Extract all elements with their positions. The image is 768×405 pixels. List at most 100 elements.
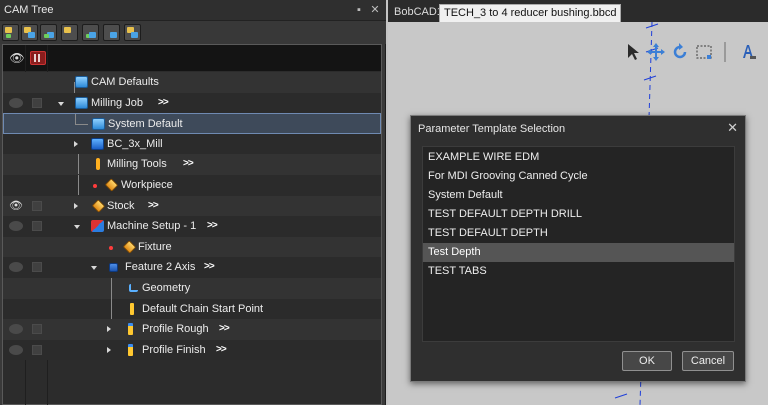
- row-checkbox[interactable]: [32, 324, 42, 335]
- pan-icon[interactable]: [646, 42, 666, 62]
- tree-label-milling-tools: Milling Tools: [107, 158, 167, 171]
- expand-arrow-icon[interactable]: [74, 202, 78, 209]
- tree-connector: [111, 298, 112, 320]
- row-checkbox[interactable]: [32, 200, 42, 211]
- tree-connector: [75, 114, 76, 125]
- pin-icon[interactable]: ▪: [352, 3, 366, 17]
- list-item-selected[interactable]: Test Depth: [423, 243, 734, 262]
- toolbar-feature-button[interactable]: [82, 24, 99, 41]
- tree-row-selected[interactable]: System Default: [3, 113, 381, 134]
- toolbar-grid-button[interactable]: [103, 24, 120, 41]
- select-arrow-icon[interactable]: [624, 42, 644, 62]
- cam-toolbar: [0, 21, 386, 44]
- tree-label-machine-setup: Machine Setup - 1: [107, 220, 197, 233]
- toolbar-open-button[interactable]: [21, 24, 38, 41]
- text-annotation-icon[interactable]: [738, 42, 758, 62]
- more-indicator[interactable]: >>: [204, 261, 215, 272]
- toolbar-eye-button[interactable]: [61, 24, 78, 41]
- visibility-toggle-icon[interactable]: [9, 97, 23, 108]
- tree-row[interactable]: Milling Tools >>: [3, 154, 381, 175]
- list-item[interactable]: TEST DEFAULT DEPTH DRILL: [423, 205, 734, 224]
- tree-label-feature-2-axis: Feature 2 Axis: [125, 261, 196, 274]
- tree-row[interactable]: Feature 2 Axis >>: [3, 257, 381, 278]
- tree-connector: [78, 154, 79, 175]
- cam-tree-titlebar: CAM Tree ▪ ✕: [0, 0, 386, 21]
- cube-icon: [122, 240, 137, 254]
- tree-label-profile-rough: Profile Rough: [142, 323, 209, 336]
- tree-row[interactable]: Fixture: [3, 236, 381, 258]
- tree-label-profile-finish: Profile Finish: [142, 343, 206, 356]
- toolbar-list-button[interactable]: [124, 24, 141, 41]
- more-indicator[interactable]: >>: [148, 200, 159, 211]
- tool-icon: [96, 158, 100, 171]
- grid-header-icon[interactable]: [30, 51, 46, 65]
- tree-row[interactable]: Machine Setup - 1 >>: [3, 216, 381, 237]
- mill-icon: [91, 137, 104, 150]
- folder-icon: [75, 96, 88, 109]
- tree-row[interactable]: Default Chain Start Point: [3, 298, 381, 320]
- row-checkbox[interactable]: [32, 262, 42, 273]
- cam-tree-panel: CAM Tree ▪ ✕ 👁 CAM Defaults Milling Job …: [0, 0, 386, 405]
- tree-connector: [75, 124, 88, 126]
- start-point-icon: [130, 302, 134, 315]
- profile-icon: [128, 343, 133, 356]
- folder-icon: [92, 118, 105, 131]
- rotate-icon[interactable]: [670, 42, 690, 62]
- zoom-window-icon[interactable]: [694, 42, 714, 62]
- tree-row[interactable]: CAM Defaults: [3, 72, 381, 93]
- eye-visible-icon[interactable]: 👁: [9, 200, 23, 211]
- ok-button[interactable]: OK: [622, 351, 672, 371]
- tree-row[interactable]: BC_3x_Mill: [3, 133, 381, 155]
- collapse-arrow-icon[interactable]: [91, 266, 97, 271]
- cam-tree: 👁 CAM Defaults Milling Job >> System Def…: [2, 44, 382, 405]
- template-list[interactable]: EXAMPLE WIRE EDM For MDI Grooving Canned…: [422, 146, 735, 342]
- list-item[interactable]: System Default: [423, 186, 734, 205]
- tree-connector: [78, 175, 79, 195]
- expand-arrow-icon[interactable]: [107, 346, 111, 353]
- tree-label-workpiece: Workpiece: [121, 179, 173, 191]
- visibility-toggle-icon[interactable]: [9, 344, 23, 355]
- tree-row[interactable]: Workpiece: [3, 175, 381, 196]
- collapse-arrow-icon[interactable]: [74, 225, 80, 230]
- toolbar-new-job-button[interactable]: [2, 24, 19, 41]
- folder-icon: [75, 76, 88, 88]
- collapse-arrow-icon[interactable]: [58, 101, 64, 106]
- visibility-toggle-icon[interactable]: [9, 324, 23, 335]
- expand-arrow-icon[interactable]: [107, 326, 111, 333]
- close-icon[interactable]: ✕: [727, 120, 738, 136]
- tree-row[interactable]: Geometry: [3, 278, 381, 299]
- row-checkbox[interactable]: [32, 97, 42, 108]
- more-indicator[interactable]: >>: [183, 158, 194, 169]
- more-indicator[interactable]: >>: [216, 344, 227, 355]
- more-indicator[interactable]: >>: [158, 97, 169, 108]
- tree-label-stock: Stock: [107, 199, 135, 212]
- visibility-toggle-icon[interactable]: [9, 221, 23, 232]
- tree-header: 👁: [3, 45, 381, 71]
- parameter-template-dialog: Parameter Template Selection ✕ EXAMPLE W…: [410, 115, 746, 382]
- visibility-toggle-icon[interactable]: [9, 262, 23, 273]
- row-checkbox[interactable]: [32, 344, 42, 355]
- expand-arrow-icon[interactable]: [74, 140, 78, 147]
- cam-tree-title: CAM Tree: [4, 4, 54, 16]
- cancel-button[interactable]: Cancel: [682, 351, 734, 371]
- list-item[interactable]: TEST TABS: [423, 262, 734, 281]
- tree-row[interactable]: Profile Finish >>: [3, 339, 381, 361]
- tab-reducer-bushing[interactable]: TECH_3 to 4 reducer bushing.bbcd: [439, 4, 622, 22]
- more-indicator[interactable]: >>: [207, 220, 218, 231]
- toolbar-tool-button[interactable]: [40, 24, 57, 41]
- document-tab-strip: BobCAD1 TECH_3 to 4 reducer bushing.bbcd: [388, 0, 768, 22]
- list-item[interactable]: EXAMPLE WIRE EDM: [423, 148, 734, 167]
- dialog-title: Parameter Template Selection: [418, 123, 566, 135]
- status-dot: [109, 245, 113, 250]
- list-item[interactable]: For MDI Grooving Canned Cycle: [423, 167, 734, 186]
- visibility-header-icon[interactable]: 👁: [9, 51, 25, 65]
- tree-row[interactable]: Milling Job >>: [3, 92, 381, 114]
- list-item[interactable]: TEST DEFAULT DEPTH: [423, 224, 734, 243]
- tree-label-milling-job: Milling Job: [91, 96, 143, 109]
- tree-row[interactable]: Profile Rough >>: [3, 319, 381, 340]
- close-panel-icon[interactable]: ✕: [368, 3, 382, 17]
- tree-connector: [111, 278, 112, 299]
- more-indicator[interactable]: >>: [219, 323, 230, 334]
- row-checkbox[interactable]: [32, 221, 42, 232]
- tree-row[interactable]: 👁 Stock >>: [3, 195, 381, 217]
